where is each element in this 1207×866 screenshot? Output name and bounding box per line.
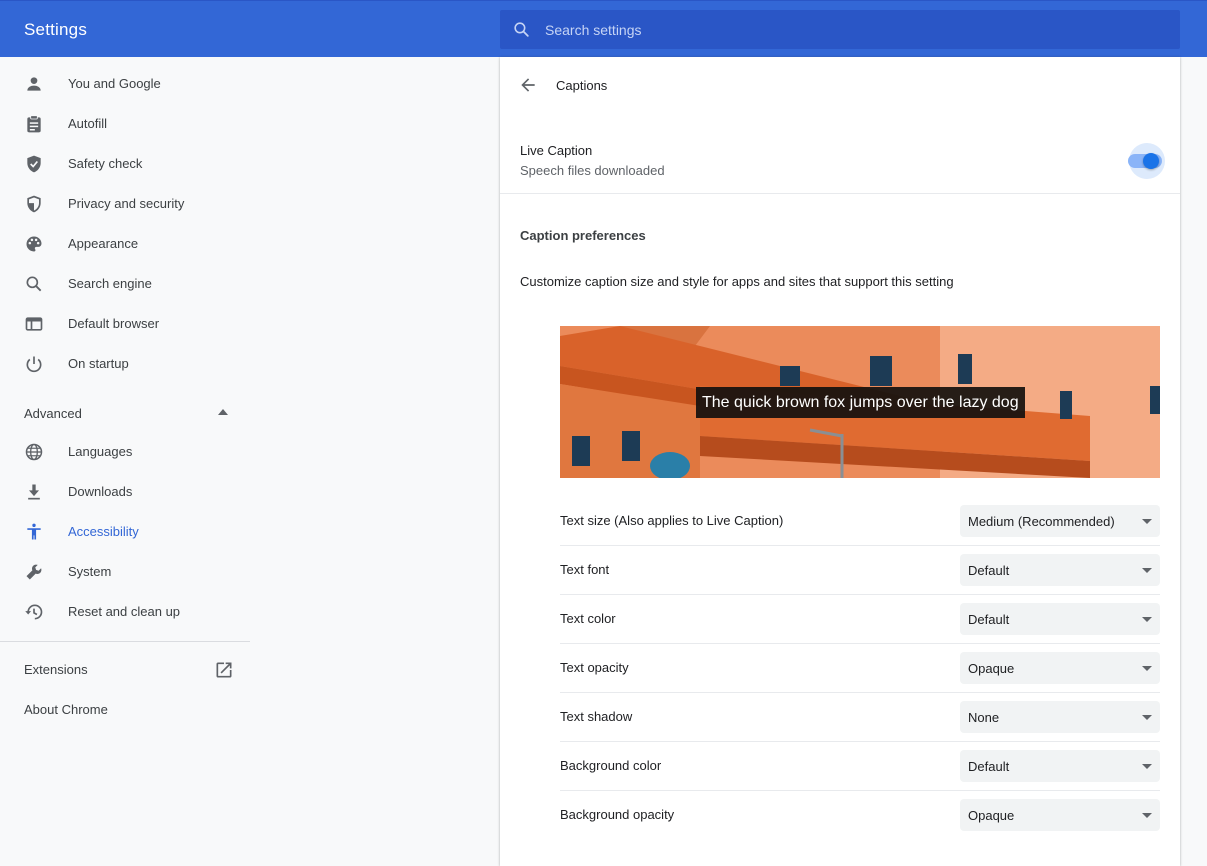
- globe-icon: [25, 443, 43, 461]
- sidebar-item-appearance[interactable]: Appearance: [0, 224, 250, 264]
- text-font-dropdown[interactable]: Default: [960, 554, 1160, 586]
- preview-caption-text: The quick brown fox jumps over the lazy …: [696, 387, 1025, 418]
- wrench-icon: [26, 564, 42, 580]
- person-icon: [27, 77, 41, 91]
- dropdown-arrow-icon: [1142, 519, 1152, 524]
- setting-row-background-opacity: Background opacity Opaque: [560, 791, 1160, 840]
- card-divider: [500, 193, 1180, 194]
- sidebar-item-languages[interactable]: Languages: [0, 432, 250, 472]
- sidebar-item-label: Safety check: [68, 156, 143, 171]
- sidebar-item-accessibility[interactable]: Accessibility: [0, 512, 250, 552]
- dropdown-value: Opaque: [968, 661, 1015, 676]
- sidebar-item-system[interactable]: System: [0, 552, 250, 592]
- dropdown-arrow-icon: [1142, 813, 1152, 818]
- dropdown-arrow-icon: [1142, 764, 1152, 769]
- dropdown-value: Opaque: [968, 808, 1015, 823]
- history-icon: [25, 604, 43, 620]
- background-color-dropdown[interactable]: Default: [960, 750, 1160, 782]
- sidebar-item-label: Privacy and security: [68, 196, 185, 211]
- live-caption-title: Live Caption: [520, 143, 593, 158]
- sidebar-item-label: Reset and clean up: [68, 604, 181, 619]
- setting-row-text-color: Text color Default: [560, 595, 1160, 644]
- dropdown-arrow-icon: [1142, 617, 1152, 622]
- dropdown-arrow-icon: [1142, 715, 1152, 720]
- sidebar-divider: [0, 641, 250, 642]
- download-icon: [28, 484, 40, 500]
- toggle-knob: [1143, 153, 1159, 169]
- caption-preview-image: The quick brown fox jumps over the lazy …: [560, 326, 1160, 478]
- section-description: Customize caption size and style for app…: [520, 274, 954, 289]
- search-input[interactable]: [545, 10, 1165, 49]
- about-chrome-link[interactable]: About Chrome: [24, 702, 108, 717]
- sidebar-item-you-and-google[interactable]: You and Google: [0, 64, 250, 104]
- sidebar-item-label: Default browser: [68, 316, 160, 331]
- chevron-up-icon[interactable]: [218, 409, 228, 415]
- sidebar-item-privacy[interactable]: Privacy and security: [0, 184, 250, 224]
- background-opacity-dropdown[interactable]: Opaque: [960, 799, 1160, 831]
- sidebar-item-label: Accessibility: [68, 524, 139, 539]
- palette-icon: [26, 236, 42, 252]
- browser-window-icon: [25, 317, 43, 331]
- setting-label: Text size (Also applies to Live Caption): [560, 513, 784, 528]
- open-in-new-icon[interactable]: [214, 660, 234, 680]
- power-icon: [26, 356, 42, 373]
- sidebar-item-default-browser[interactable]: Default browser: [0, 304, 250, 344]
- dropdown-arrow-icon: [1142, 666, 1152, 671]
- search-box[interactable]: [500, 10, 1180, 49]
- sidebar-item-label: Search engine: [68, 276, 152, 291]
- sidebar-item-label: Downloads: [68, 484, 133, 499]
- back-arrow-icon[interactable]: [518, 75, 538, 95]
- sidebar-item-label: System: [68, 564, 112, 579]
- dropdown-value: Default: [968, 563, 1010, 578]
- live-caption-subtitle: Speech files downloaded: [520, 163, 665, 178]
- page-title: Captions: [556, 78, 608, 93]
- text-color-dropdown[interactable]: Default: [960, 603, 1160, 635]
- sidebar-item-downloads[interactable]: Downloads: [0, 472, 250, 512]
- text-opacity-dropdown[interactable]: Opaque: [960, 652, 1160, 684]
- shield-check-icon: [27, 155, 41, 173]
- setting-row-background-color: Background color Default: [560, 742, 1160, 791]
- dropdown-arrow-icon: [1142, 568, 1152, 573]
- extensions-link[interactable]: Extensions: [24, 662, 88, 677]
- setting-label: Text color: [560, 611, 616, 626]
- dropdown-value: Default: [968, 759, 1010, 774]
- sidebar-item-label: Languages: [68, 444, 133, 459]
- sidebar-item-label: On startup: [68, 356, 129, 371]
- advanced-section-toggle[interactable]: Advanced: [24, 406, 82, 421]
- setting-row-text-font: Text font Default: [560, 546, 1160, 595]
- clipboard-icon: [27, 115, 41, 133]
- sidebar-item-reset[interactable]: Reset and clean up: [0, 592, 250, 632]
- app-title: Settings: [24, 20, 88, 39]
- section-heading: Caption preferences: [520, 228, 646, 243]
- setting-row-text-shadow: Text shadow None: [560, 693, 1160, 742]
- setting-row-text-opacity: Text opacity Opaque: [560, 644, 1160, 693]
- setting-label: Text font: [560, 562, 610, 577]
- sidebar-item-label: Appearance: [68, 236, 139, 251]
- setting-label: Background color: [560, 758, 662, 773]
- setting-row-text-size: Text size (Also applies to Live Caption)…: [560, 497, 1160, 546]
- sidebar-item-safety-check[interactable]: Safety check: [0, 144, 250, 184]
- sidebar-item-autofill[interactable]: Autofill: [0, 104, 250, 144]
- top-bar: Settings: [0, 0, 1207, 57]
- dropdown-value: Default: [968, 612, 1010, 627]
- setting-label: Text opacity: [560, 660, 629, 675]
- sidebar: You and Google Autofill Safety check Pri…: [0, 57, 250, 866]
- text-size-dropdown[interactable]: Medium (Recommended): [960, 505, 1160, 537]
- sidebar-item-search-engine[interactable]: Search engine: [0, 264, 250, 304]
- accessibility-icon: [27, 523, 41, 540]
- sidebar-item-label: Autofill: [68, 116, 108, 131]
- sidebar-item-label: You and Google: [68, 76, 161, 91]
- captions-panel: Captions Live Caption Speech files downl…: [500, 57, 1180, 866]
- live-caption-toggle[interactable]: [1124, 143, 1168, 179]
- shield-half-icon: [27, 195, 41, 213]
- search-icon: [26, 276, 42, 292]
- dropdown-value: Medium (Recommended): [968, 514, 1115, 529]
- dropdown-value: None: [968, 710, 1000, 725]
- search-icon: [514, 22, 529, 37]
- sidebar-item-on-startup[interactable]: On startup: [0, 344, 250, 384]
- setting-label: Background opacity: [560, 807, 675, 822]
- text-shadow-dropdown[interactable]: None: [960, 701, 1160, 733]
- setting-label: Text shadow: [560, 709, 633, 724]
